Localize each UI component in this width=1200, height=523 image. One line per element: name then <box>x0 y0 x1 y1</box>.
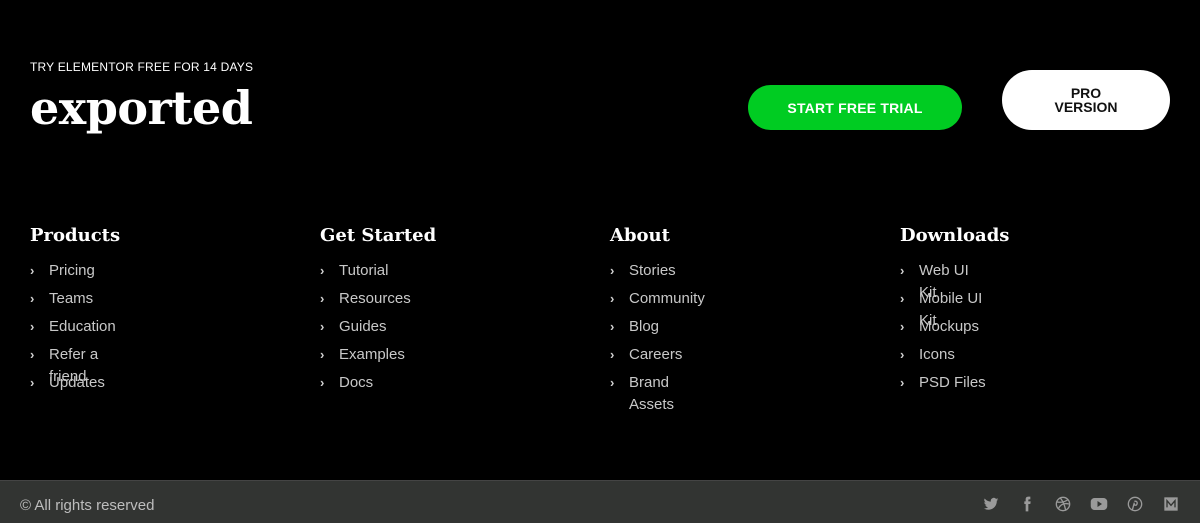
link-item[interactable]: › Community <box>610 288 810 316</box>
pinterest-icon[interactable] <box>1126 496 1144 514</box>
link-item[interactable]: › Icons <box>900 344 1100 372</box>
link-community[interactable]: Community <box>629 288 739 310</box>
chevron-right-icon: › <box>610 319 615 334</box>
chevron-right-icon: › <box>320 319 325 334</box>
downloads-column: Downloads › Web UI Kit › Mobile UI Kit › Mo… <box>900 224 1100 400</box>
chevron-right-icon: › <box>900 291 905 306</box>
twitter-icon[interactable] <box>982 496 1000 514</box>
chevron-right-icon: › <box>900 347 905 362</box>
link-tutorial[interactable]: Tutorial <box>339 260 449 282</box>
chevron-right-icon: › <box>610 375 615 390</box>
chevron-right-icon: › <box>610 347 615 362</box>
chevron-right-icon: › <box>30 375 35 390</box>
about-column: About › Stories › Community › Blog › Careers… <box>610 224 810 413</box>
link-brand-assets[interactable]: Brand Assets <box>629 372 704 416</box>
chevron-right-icon: › <box>900 375 905 390</box>
link-item[interactable]: › Pricing <box>30 260 230 288</box>
link-item[interactable]: › Education <box>30 316 230 344</box>
link-careers[interactable]: Careers <box>629 344 704 366</box>
link-item[interactable]: › Tutorial <box>320 260 520 288</box>
chevron-right-icon: › <box>30 347 35 362</box>
link-item[interactable]: › Docs <box>320 372 520 400</box>
link-blog[interactable]: Blog <box>629 316 704 338</box>
chevron-right-icon: › <box>30 319 35 334</box>
link-item[interactable]: › Refer a friend <box>30 344 230 385</box>
column-title: Downloads <box>900 225 1010 246</box>
medium-icon[interactable] <box>1162 496 1180 514</box>
chevron-right-icon: › <box>900 319 905 334</box>
link-icons[interactable]: Icons <box>919 344 994 366</box>
facebook-icon[interactable] <box>1018 496 1036 514</box>
link-updates[interactable]: Updates <box>49 372 124 394</box>
chevron-right-icon: › <box>30 291 35 306</box>
link-pricing[interactable]: Pricing <box>49 260 124 282</box>
pro-version-button[interactable]: PRO VERSION <box>1002 70 1170 130</box>
column-title: About <box>610 225 670 246</box>
social-links <box>982 496 1180 514</box>
link-education[interactable]: Education <box>49 316 124 338</box>
start-free-trial-button[interactable]: START FREE TRIAL <box>748 85 962 130</box>
youtube-icon[interactable] <box>1090 496 1108 514</box>
chevron-right-icon: › <box>30 263 35 278</box>
link-item[interactable]: › Mockups <box>900 316 1100 344</box>
link-mockups[interactable]: Mockups <box>919 316 994 338</box>
link-item[interactable]: › Careers <box>610 344 810 372</box>
link-item[interactable]: › Blog <box>610 316 810 344</box>
bottom-bar: © All rights reserved <box>0 480 1200 523</box>
chevron-right-icon: › <box>320 263 325 278</box>
link-item[interactable]: › Stories <box>610 260 810 288</box>
link-item[interactable]: › Updates <box>30 372 230 400</box>
link-item[interactable]: › Examples <box>320 344 520 372</box>
brand-logo-text[interactable]: exported <box>30 80 253 136</box>
footer-cta-section: TRY ELEMENTOR FREE FOR 14 DAYS exported … <box>0 0 1200 480</box>
chevron-right-icon: › <box>320 347 325 362</box>
link-item[interactable]: › Mobile UI Kit <box>900 288 1100 329</box>
link-resources[interactable]: Resources <box>339 288 449 310</box>
link-item[interactable]: › PSD Files <box>900 372 1100 400</box>
column-title: Products <box>30 225 121 246</box>
link-item[interactable]: › Web UI Kit <box>900 260 1100 301</box>
link-stories[interactable]: Stories <box>629 260 704 282</box>
link-item[interactable]: › Resources <box>320 288 520 316</box>
chevron-right-icon: › <box>320 375 325 390</box>
products-column: Products › Pricing › Teams › Education › Ref… <box>30 224 230 400</box>
get-started-column: Get Started › Tutorial › Resources › Guides… <box>320 224 520 400</box>
chevron-right-icon: › <box>320 291 325 306</box>
chevron-right-icon: › <box>900 263 905 278</box>
copyright-text: © All rights reserved <box>20 497 155 514</box>
chevron-right-icon: › <box>610 291 615 306</box>
eyebrow-text: TRY ELEMENTOR FREE FOR 14 DAYS <box>30 60 254 74</box>
link-psd-files[interactable]: PSD Files <box>919 372 994 394</box>
link-guides[interactable]: Guides <box>339 316 449 338</box>
column-title: Get Started <box>320 225 437 246</box>
link-teams[interactable]: Teams <box>49 288 124 310</box>
link-examples[interactable]: Examples <box>339 344 449 366</box>
link-item[interactable]: › Guides <box>320 316 520 344</box>
dribbble-icon[interactable] <box>1054 496 1072 514</box>
link-docs[interactable]: Docs <box>339 372 449 394</box>
link-item[interactable]: › Teams <box>30 288 230 316</box>
link-item[interactable]: › Brand Assets <box>610 372 810 413</box>
chevron-right-icon: › <box>610 263 615 278</box>
